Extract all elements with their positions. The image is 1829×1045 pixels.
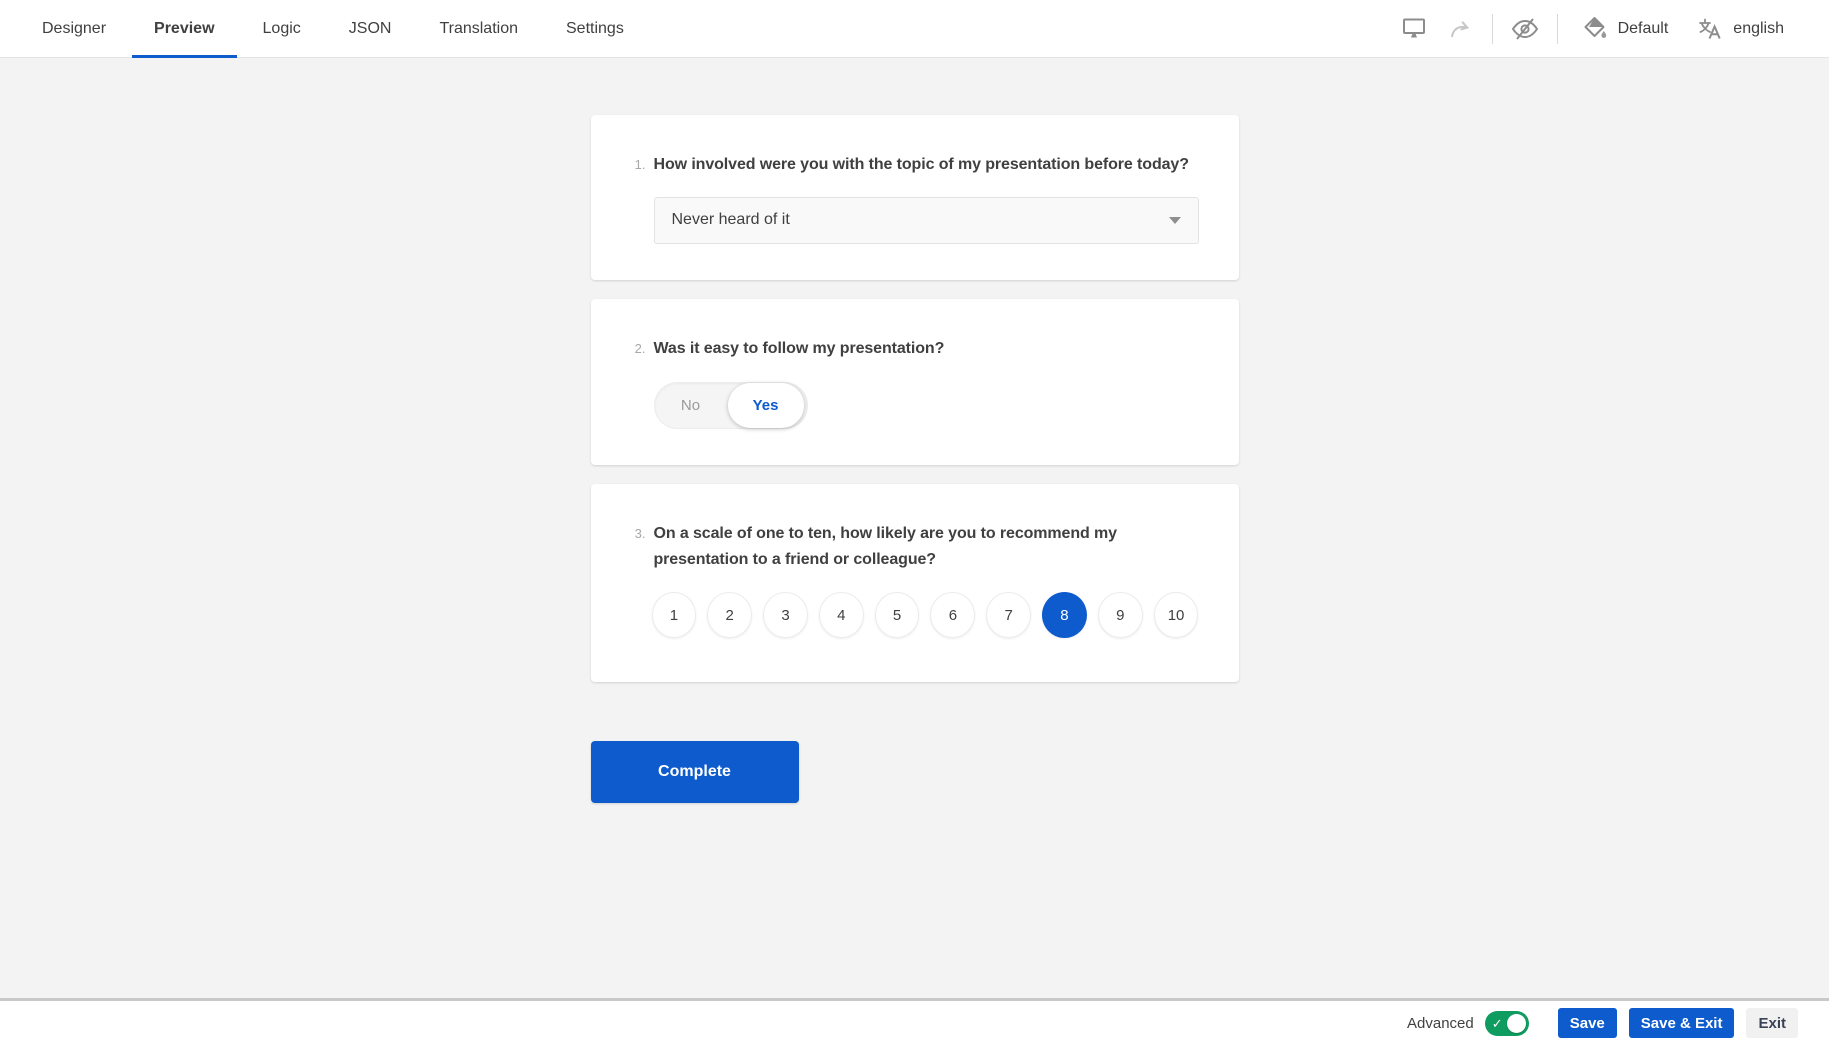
exit-button[interactable]: Exit [1746,1008,1798,1038]
save-exit-button[interactable]: Save & Exit [1629,1008,1735,1038]
rating-item[interactable]: 5 [875,592,920,638]
tab-logic[interactable]: Logic [239,0,325,57]
tab-designer[interactable]: Designer [18,0,130,57]
chevron-down-icon [1169,217,1181,224]
device-preview-button[interactable] [1391,8,1437,50]
survey-preview-area: 1. How involved were you with the topic … [0,58,1829,998]
question-title: How involved were you with the topic of … [654,152,1189,178]
check-icon: ✓ [1492,1014,1503,1033]
survey-form: 1. How involved were you with the topic … [591,115,1239,803]
language-select-button[interactable]: english [1683,8,1799,50]
hide-survey-button[interactable] [1502,8,1548,50]
creator-footer: Advanced ✓ Save Save & Exit Exit [0,998,1829,1045]
rating-item[interactable]: 4 [819,592,864,638]
rating-item[interactable]: 10 [1154,592,1199,638]
question-title: On a scale of one to ten, how likely are… [654,521,1199,572]
theme-label: Default [1618,20,1669,38]
tab-settings[interactable]: Settings [542,0,648,57]
complete-button[interactable]: Complete [591,741,799,803]
theme-select-button[interactable]: Default [1567,8,1684,50]
advanced-toggle-group: Advanced ✓ [1407,1011,1529,1036]
question-title: Was it easy to follow my presentation? [654,336,945,362]
toolbar-separator [1557,14,1558,44]
rating-item[interactable]: 2 [707,592,752,638]
rating-item[interactable]: 9 [1098,592,1143,638]
question-card-2: 2. Was it easy to follow my presentation… [591,299,1239,466]
translate-icon [1698,16,1724,42]
redo-arrow-icon [1448,17,1472,41]
question-number: 1. [631,157,646,172]
boolean-toggle[interactable]: No Yes [654,382,808,429]
toolbar-actions: Default english [1391,0,1799,57]
question-number: 3. [631,526,646,541]
monitor-icon [1401,16,1427,41]
rating-item[interactable]: 6 [930,592,975,638]
rating-item[interactable]: 7 [986,592,1031,638]
creator-tabs: Designer Preview Logic JSON Translation … [18,0,648,57]
dropdown-value: Never heard of it [672,211,790,229]
creator-toolbar: Designer Preview Logic JSON Translation … [0,0,1829,58]
question-card-1: 1. How involved were you with the topic … [591,115,1239,280]
tab-translation[interactable]: Translation [415,0,542,57]
language-label: english [1733,20,1784,38]
advanced-label: Advanced [1407,1015,1474,1032]
advanced-toggle[interactable]: ✓ [1485,1011,1529,1036]
tab-json[interactable]: JSON [325,0,416,57]
paint-bucket-icon [1582,15,1609,42]
question-card-3: 3. On a scale of one to ten, how likely … [591,484,1239,682]
rating-item[interactable]: 3 [763,592,808,638]
boolean-option-no[interactable]: No [655,383,727,428]
eye-off-icon [1510,16,1540,42]
rating-item[interactable]: 8 [1042,592,1087,638]
toggle-knob [1507,1014,1526,1033]
save-button[interactable]: Save [1558,1008,1617,1038]
boolean-option-yes[interactable]: Yes [728,383,804,428]
redo-button[interactable] [1437,8,1483,50]
tab-preview[interactable]: Preview [130,0,238,57]
toolbar-separator [1492,14,1493,44]
question-number: 2. [631,341,646,356]
dropdown-never-heard[interactable]: Never heard of it [654,197,1199,244]
rating-scale: 1 2 3 4 5 6 7 8 9 10 [652,592,1199,638]
rating-item[interactable]: 1 [652,592,697,638]
